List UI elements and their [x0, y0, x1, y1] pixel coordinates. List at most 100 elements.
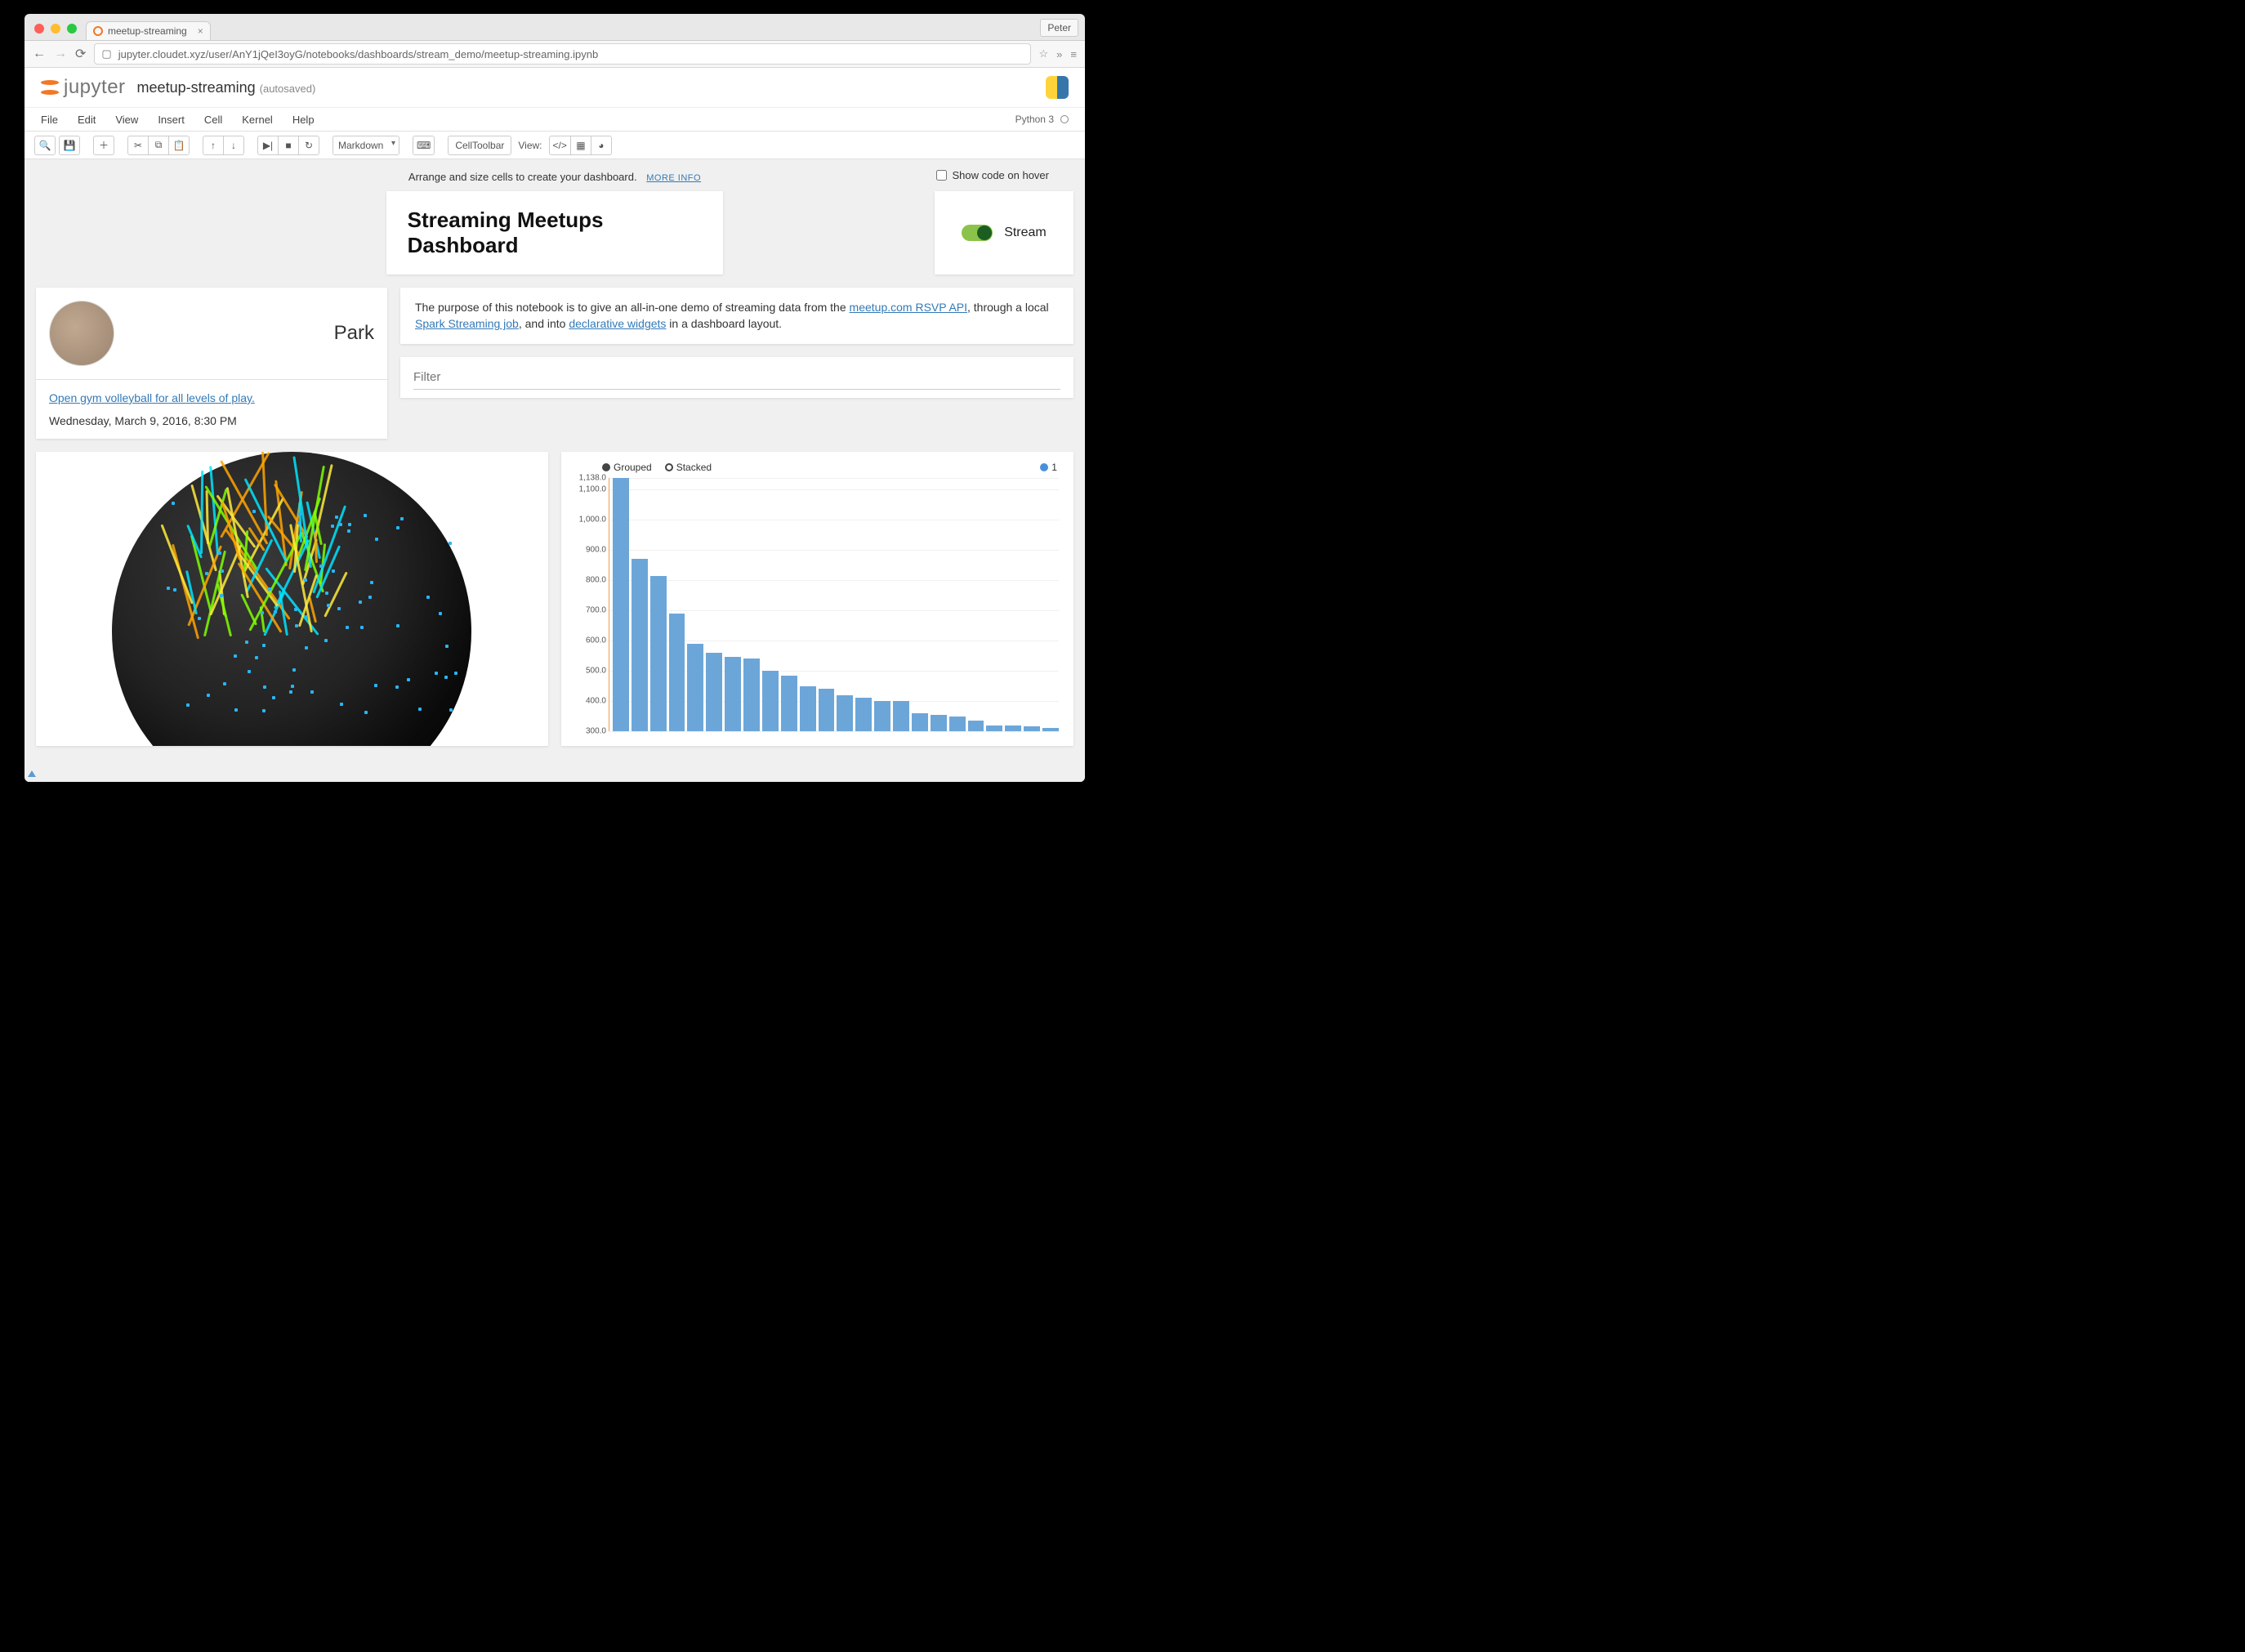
bar[interactable]: [1005, 726, 1021, 731]
bar[interactable]: [1042, 728, 1059, 731]
notebook-header: jupyter meetup-streaming (autosaved): [25, 68, 1085, 107]
bar[interactable]: [632, 559, 648, 731]
resize-handle-icon[interactable]: [28, 770, 36, 777]
url-text: jupyter.cloudet.xyz/user/AnY1jQeI3oyG/no…: [118, 48, 599, 60]
bar[interactable]: [800, 686, 816, 731]
filter-card: [400, 357, 1073, 398]
bar[interactable]: [743, 659, 760, 731]
show-code-on-hover-option[interactable]: Show code on hover: [936, 169, 1049, 181]
menu-view[interactable]: View: [115, 114, 138, 126]
bar[interactable]: [912, 713, 928, 731]
browser-profile-button[interactable]: Peter: [1040, 19, 1078, 37]
bar[interactable]: [986, 726, 1002, 731]
save-button[interactable]: 💾: [59, 136, 80, 155]
stream-label: Stream: [1004, 225, 1047, 240]
notebook-title[interactable]: meetup-streaming (autosaved): [137, 79, 316, 96]
run-button[interactable]: ▶|: [257, 136, 279, 155]
bar[interactable]: [725, 657, 741, 731]
stream-toggle[interactable]: [962, 225, 993, 241]
overflow-chevron-icon[interactable]: »: [1056, 48, 1062, 60]
grouped-option[interactable]: Grouped: [602, 462, 652, 473]
bar[interactable]: [837, 695, 853, 731]
event-title-link[interactable]: Open gym volleyball for all levels of pl…: [49, 391, 255, 404]
bar[interactable]: [855, 698, 872, 731]
bar[interactable]: [893, 701, 909, 731]
view-grid-button[interactable]: ▦: [570, 136, 591, 155]
paste-button[interactable]: 📋: [168, 136, 190, 155]
jupyter-word: jupyter: [64, 76, 126, 99]
bar[interactable]: [687, 644, 703, 731]
dashboard-title-card: Streaming Meetups Dashboard: [386, 191, 724, 275]
bar[interactable]: [650, 576, 667, 732]
page-icon: ▢: [101, 47, 111, 60]
stop-button[interactable]: ■: [278, 136, 299, 155]
menu-insert[interactable]: Insert: [158, 114, 185, 126]
tab-title: meetup-streaming: [108, 25, 187, 37]
reload-icon[interactable]: ⟳: [75, 46, 86, 62]
add-cell-button[interactable]: ＋: [93, 136, 114, 155]
bar[interactable]: [968, 721, 984, 731]
address-bar: ← → ⟳ ▢ jupyter.cloudet.xyz/user/AnY1jQe…: [25, 40, 1085, 68]
menu-edit[interactable]: Edit: [78, 114, 96, 126]
celltoolbar-button[interactable]: CellToolbar: [448, 136, 511, 155]
bar[interactable]: [669, 614, 685, 731]
event-card: Park Open gym volleyball for all levels …: [36, 288, 387, 439]
close-window-icon[interactable]: [34, 24, 44, 33]
bar[interactable]: [949, 717, 966, 731]
jupyter-mark-icon: [41, 78, 59, 96]
menu-file[interactable]: File: [41, 114, 58, 126]
globe-card[interactable]: [36, 452, 548, 746]
close-tab-icon[interactable]: ×: [198, 25, 203, 37]
cell-type-select[interactable]: Markdown: [333, 136, 399, 155]
window-controls: [34, 24, 77, 33]
maximize-window-icon[interactable]: [67, 24, 77, 33]
filter-input[interactable]: [413, 365, 1060, 390]
bar[interactable]: [781, 676, 797, 731]
globe-icon: [112, 452, 471, 746]
hamburger-menu-icon[interactable]: ≡: [1070, 48, 1077, 60]
chart-legend: 1: [1040, 462, 1057, 473]
minimize-window-icon[interactable]: [51, 24, 60, 33]
bar[interactable]: [706, 653, 722, 731]
event-thumbnail: [49, 301, 114, 366]
bookmark-star-icon[interactable]: ☆: [1039, 47, 1049, 60]
description-card: The purpose of this notebook is to give …: [400, 288, 1073, 344]
stacked-option[interactable]: Stacked: [665, 462, 712, 473]
meetup-api-link[interactable]: meetup.com RSVP API: [850, 301, 967, 314]
browser-tab[interactable]: meetup-streaming ×: [86, 21, 211, 40]
dashboard-hint: Arrange and size cells to create your da…: [25, 159, 1085, 191]
restart-button[interactable]: ↻: [298, 136, 319, 155]
move-up-button[interactable]: ↑: [203, 136, 224, 155]
search-button[interactable]: 🔍: [34, 136, 56, 155]
autosave-status: (autosaved): [260, 83, 316, 95]
toolbar: 🔍 💾 ＋ ✂ ⧉ 📋 ↑ ↓ ▶| ■ ↻: [25, 132, 1085, 159]
back-icon[interactable]: ←: [33, 47, 46, 61]
kernel-name: Python 3: [1015, 114, 1054, 125]
menu-help[interactable]: Help: [292, 114, 315, 126]
cut-button[interactable]: ✂: [127, 136, 149, 155]
jupyter-favicon-icon: [93, 26, 103, 36]
bar[interactable]: [931, 715, 947, 731]
menu-kernel[interactable]: Kernel: [242, 114, 273, 126]
bar-chart-card: Grouped Stacked 1 300.0400.0500.0600.070…: [561, 452, 1073, 746]
bar[interactable]: [819, 689, 835, 731]
bar[interactable]: [1024, 726, 1040, 731]
widgets-link[interactable]: declarative widgets: [569, 317, 666, 330]
menu-cell[interactable]: Cell: [204, 114, 222, 126]
url-field[interactable]: ▢ jupyter.cloudet.xyz/user/AnY1jQeI3oyG/…: [94, 43, 1030, 65]
more-info-link[interactable]: MORE INFO: [646, 173, 701, 183]
dashboard-title: Streaming Meetups Dashboard: [408, 208, 703, 258]
move-down-button[interactable]: ↓: [223, 136, 244, 155]
kernel-status-icon: [1060, 115, 1069, 123]
jupyter-logo[interactable]: jupyter: [41, 76, 126, 99]
copy-button[interactable]: ⧉: [148, 136, 169, 155]
spark-link[interactable]: Spark Streaming job: [415, 317, 519, 330]
bar[interactable]: [762, 671, 779, 731]
view-code-button[interactable]: </>: [549, 136, 571, 155]
view-dashboard-button[interactable]: ◕: [591, 136, 612, 155]
bar[interactable]: [874, 701, 890, 731]
show-code-checkbox[interactable]: [936, 170, 947, 181]
bar[interactable]: [613, 478, 629, 731]
command-palette-button[interactable]: ⌨: [413, 136, 435, 155]
forward-icon: →: [54, 47, 67, 61]
